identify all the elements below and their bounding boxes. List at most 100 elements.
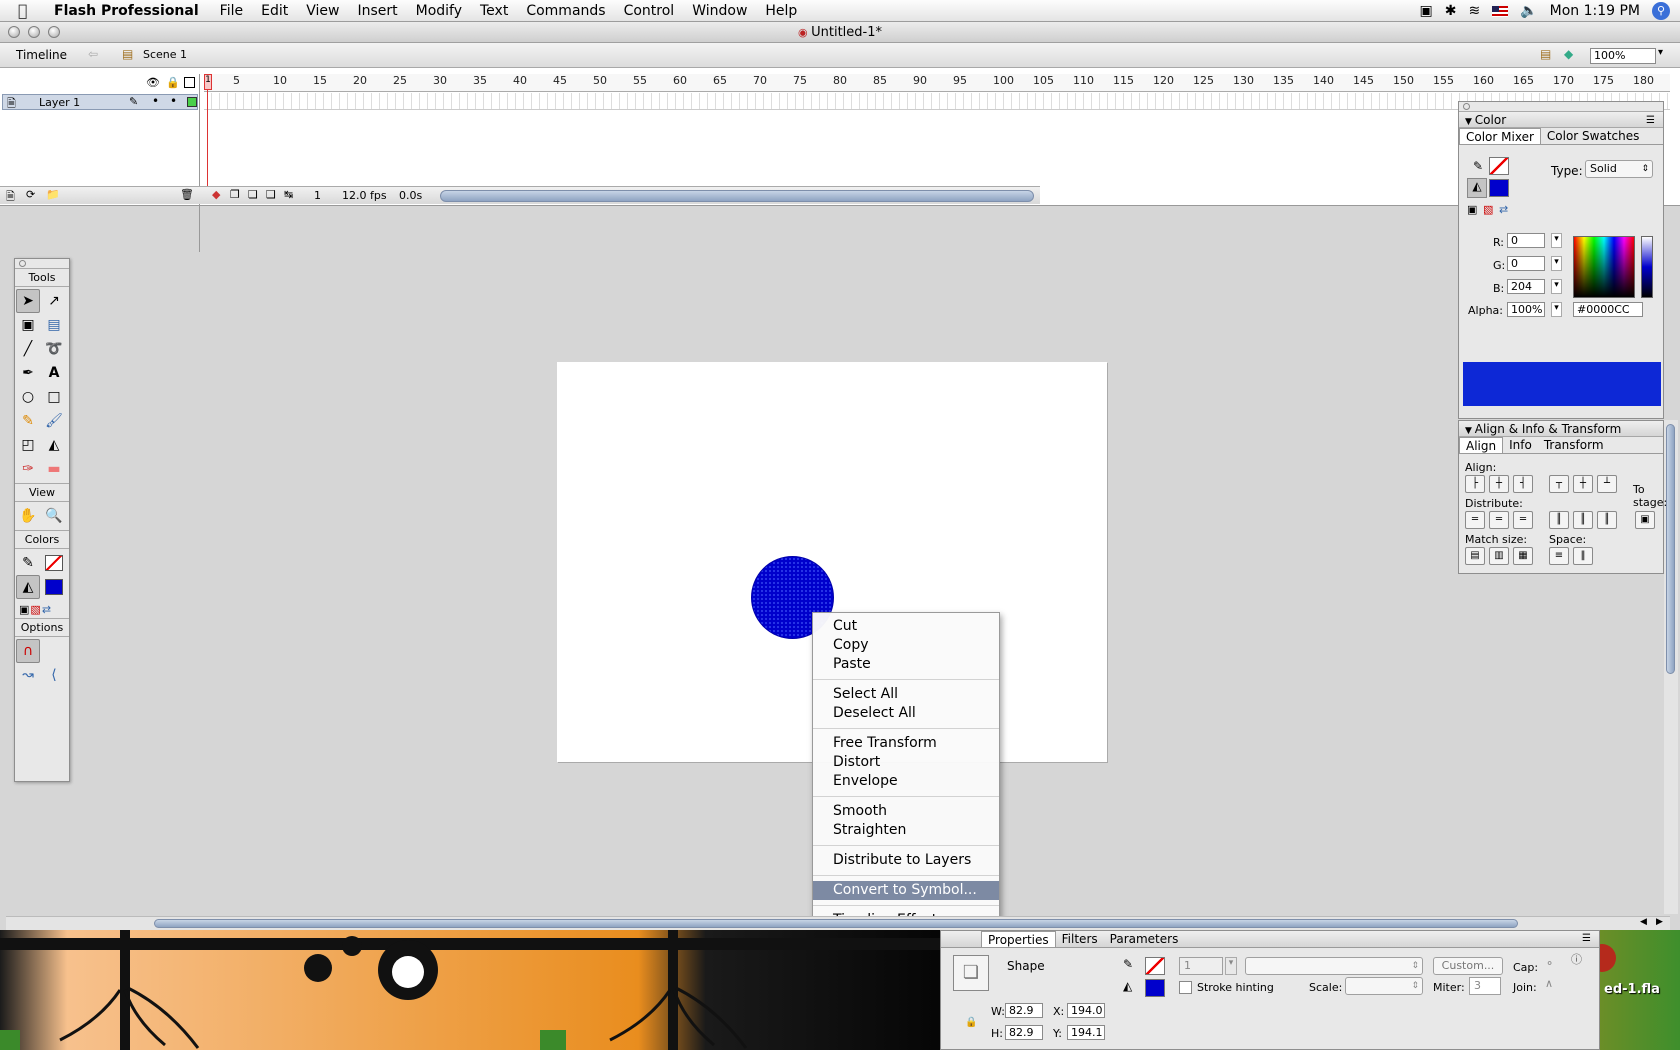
alpha-dropdown-icon[interactable]: ▾ — [1551, 302, 1562, 317]
back-arrow-icon[interactable]: ⇦ — [88, 47, 98, 61]
tab-color-mixer[interactable]: Color Mixer — [1459, 128, 1541, 144]
snap-magnet-icon[interactable]: ∩ — [16, 639, 40, 663]
brightness-slider[interactable] — [1641, 236, 1653, 298]
alpha-field[interactable]: 100% — [1507, 302, 1545, 317]
tab-info[interactable]: Info — [1503, 437, 1538, 453]
align-right-icon[interactable]: ┤ — [1513, 475, 1533, 493]
oval-tool-icon[interactable]: ○ — [16, 385, 40, 409]
menu-item-paste[interactable]: Paste — [813, 655, 999, 674]
no-color-icon[interactable]: ▧ — [30, 603, 40, 616]
eyedropper-tool-icon[interactable]: ✑ — [16, 457, 40, 481]
stroke-style-dropdown[interactable]: ⇕ — [1245, 957, 1423, 975]
free-transform-tool-icon[interactable]: ▣ — [16, 313, 40, 337]
cap-dropdown-icon[interactable]: ⚬ — [1545, 957, 1554, 970]
menu-item-distort[interactable]: Distort — [813, 753, 999, 772]
to-stage-toggle-icon[interactable]: ▣ — [1635, 511, 1655, 529]
menu-item-smooth[interactable]: Smooth — [813, 802, 999, 821]
zoom-field[interactable]: 100% — [1590, 48, 1656, 64]
menu-view[interactable]: View — [297, 3, 348, 19]
straighten-option-icon[interactable]: ⟨ — [42, 663, 66, 687]
align-bottom-icon[interactable]: ┴ — [1597, 475, 1617, 493]
frame-ruler[interactable]: 1510152025303540455055606570758085909510… — [204, 74, 1670, 92]
space-horizontal-icon[interactable]: ‖ — [1573, 547, 1593, 565]
frame-track[interactable] — [204, 93, 1670, 110]
lock-icon[interactable]: 🔒 — [166, 76, 180, 89]
distribute-vcenter-icon[interactable]: ═ — [1489, 511, 1509, 529]
type-dropdown[interactable]: Solid ⇕ — [1585, 160, 1653, 178]
menu-item-straighten[interactable]: Straighten — [813, 821, 999, 840]
join-dropdown-icon[interactable]: ∧ — [1545, 977, 1553, 990]
eraser-tool-icon[interactable]: ▬ — [42, 457, 66, 481]
stroke-width-field[interactable]: 1 — [1179, 957, 1223, 975]
menu-edit[interactable]: Edit — [252, 3, 297, 19]
b-dropdown-icon[interactable]: ▾ — [1551, 279, 1562, 294]
distribute-top-icon[interactable]: ═ — [1465, 511, 1485, 529]
distribute-right-icon[interactable]: ║ — [1597, 511, 1617, 529]
panel-close-icon[interactable] — [19, 260, 26, 267]
tab-parameters[interactable]: Parameters — [1104, 931, 1185, 947]
vertical-scroll-thumb[interactable] — [1666, 424, 1675, 674]
mixer-fill-swatch[interactable] — [1489, 179, 1509, 197]
stroke-width-dropdown-icon[interactable]: ▾ — [1225, 957, 1237, 975]
mixer-no-color-icon[interactable]: ▧ — [1483, 203, 1493, 216]
align-top-icon[interactable]: ┬ — [1549, 475, 1569, 493]
help-icon[interactable]: ⓘ — [1571, 951, 1582, 967]
menu-control[interactable]: Control — [615, 3, 684, 19]
tab-align[interactable]: Align — [1459, 437, 1504, 453]
wifi-icon[interactable]: ≋ — [1468, 3, 1480, 19]
hex-field[interactable]: #0000CC — [1573, 302, 1643, 317]
match-width-height-icon[interactable]: ▦ — [1513, 547, 1533, 565]
menu-text[interactable]: Text — [471, 3, 517, 19]
tab-filters[interactable]: Filters — [1056, 931, 1104, 947]
menu-item-free-transform[interactable]: Free Transform — [813, 734, 999, 753]
menu-window[interactable]: Window — [683, 3, 756, 19]
panel-options-icon[interactable]: ☰ — [1646, 113, 1655, 129]
align-horizontal-center-icon[interactable]: ┼ — [1489, 475, 1509, 493]
onion-skin-icon[interactable]: ❐ — [230, 188, 240, 201]
layer-name[interactable]: Layer 1 — [39, 96, 80, 109]
menu-file[interactable]: File — [211, 3, 252, 19]
distribute-left-icon[interactable]: ║ — [1549, 511, 1569, 529]
menu-modify[interactable]: Modify — [407, 3, 471, 19]
timeline-toggle[interactable]: Timeline — [16, 48, 67, 62]
tab-transform[interactable]: Transform — [1538, 437, 1610, 453]
panel-options-icon[interactable]: ☰ — [1582, 933, 1591, 944]
outline-icon[interactable] — [184, 77, 195, 88]
menu-item-copy[interactable]: Copy — [813, 636, 999, 655]
outline-color-swatch[interactable] — [187, 97, 197, 107]
menu-commands[interactable]: Commands — [517, 3, 614, 19]
selection-tool-icon[interactable]: ➤ — [16, 289, 40, 313]
r-dropdown-icon[interactable]: ▾ — [1551, 233, 1562, 248]
scroll-left-arrow-icon[interactable]: ◀ — [1640, 917, 1647, 927]
modify-markers-icon[interactable]: ↹ — [284, 188, 293, 201]
tab-properties[interactable]: Properties — [981, 931, 1056, 947]
frame-rate[interactable]: 12.0 fps — [342, 189, 387, 202]
pencil-tool-icon[interactable]: ✎ — [16, 409, 40, 433]
miter-field[interactable]: 3 — [1469, 977, 1501, 995]
height-field[interactable]: 82.9 — [1005, 1025, 1043, 1040]
layer-row[interactable]: 🗎 Layer 1 ✎ • • — [2, 94, 198, 110]
ink-bottle-tool-icon[interactable]: ◰ — [16, 433, 40, 457]
menu-help[interactable]: Help — [756, 3, 806, 19]
match-width-icon[interactable]: ▤ — [1465, 547, 1485, 565]
prop-fill-swatch[interactable] — [1145, 979, 1165, 997]
constrain-lock-icon[interactable]: 🔒 — [965, 1017, 977, 1028]
width-field[interactable]: 82.9 — [1005, 1003, 1043, 1018]
edit-multiple-icon[interactable]: ❑ — [266, 188, 276, 201]
y-field[interactable]: 194.1 — [1067, 1025, 1105, 1040]
menu-item-select-all[interactable]: Select All — [813, 685, 999, 704]
gradient-transform-tool-icon[interactable]: ▤ — [42, 313, 66, 337]
apple-menu-icon[interactable]:  — [18, 1, 40, 20]
menu-item-envelope[interactable]: Envelope — [813, 772, 999, 791]
horizontal-scroll-thumb[interactable] — [154, 919, 1518, 928]
mixer-black-white-icon[interactable]: ▣ — [1467, 203, 1477, 216]
line-tool-icon[interactable]: ╱ — [16, 337, 40, 361]
text-tool-icon[interactable]: A — [42, 361, 66, 385]
subselection-tool-icon[interactable]: ↗ — [42, 289, 66, 313]
g-field[interactable]: 0 — [1507, 256, 1545, 271]
align-left-icon[interactable]: ├ — [1465, 475, 1485, 493]
b-field[interactable]: 204 — [1507, 279, 1545, 294]
playhead[interactable]: 1 — [204, 74, 215, 204]
menu-item-cut[interactable]: Cut — [813, 617, 999, 636]
eye-icon[interactable]: 👁 — [146, 76, 160, 89]
